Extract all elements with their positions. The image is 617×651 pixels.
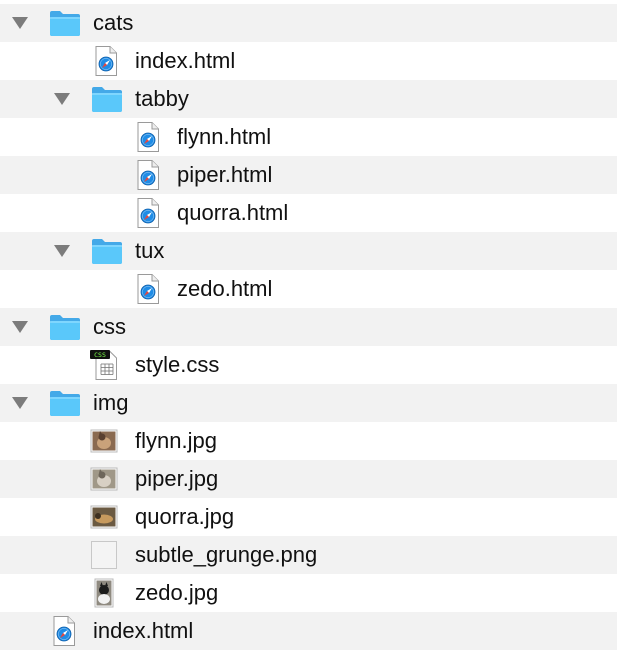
folder-name: cats [93, 10, 134, 35]
image-thumbnail-icon [90, 464, 122, 494]
file-row[interactable]: flynn.jpg [0, 422, 617, 460]
folder-row[interactable]: cats [0, 4, 617, 42]
file-row[interactable]: CSS style.css [0, 346, 617, 384]
folder-name: tabby [135, 86, 189, 111]
html-file-icon [94, 46, 126, 76]
folder-name: tux [135, 238, 165, 263]
file-name: subtle_grunge.png [135, 542, 318, 567]
folder-row[interactable]: css [0, 308, 617, 346]
html-file-icon [136, 122, 168, 152]
file-row[interactable]: zedo.jpg [0, 574, 617, 612]
folder-row[interactable]: tabby [0, 80, 617, 118]
folder-row[interactable]: tux [0, 232, 617, 270]
disclosure-triangle-icon[interactable] [54, 245, 70, 257]
file-name: zedo.jpg [135, 580, 219, 605]
svg-text:CSS: CSS [94, 351, 106, 359]
folder-icon [91, 236, 123, 266]
file-row[interactable]: quorra.jpg [0, 498, 617, 536]
disclosure-triangle-icon[interactable] [12, 17, 28, 29]
disclosure-triangle-icon[interactable] [12, 397, 28, 409]
file-name: piper.jpg [135, 466, 219, 491]
folder-icon [49, 388, 81, 418]
folder-icon [49, 312, 81, 342]
file-name: quorra.html [177, 200, 289, 225]
html-file-icon [136, 274, 168, 304]
file-row[interactable]: piper.jpg [0, 460, 617, 498]
image-thumbnail-icon [90, 502, 122, 532]
file-row[interactable]: piper.html [0, 156, 617, 194]
html-file-icon [136, 160, 168, 190]
image-thumbnail-icon [90, 578, 122, 608]
file-row[interactable]: index.html [0, 612, 617, 650]
file-name: piper.html [177, 162, 273, 187]
disclosure-triangle-icon[interactable] [54, 93, 70, 105]
file-name: zedo.html [177, 276, 273, 301]
disclosure-triangle-icon[interactable] [12, 321, 28, 333]
file-row[interactable]: zedo.html [0, 270, 617, 308]
folder-name: img [93, 390, 129, 415]
file-name: index.html [93, 618, 194, 643]
folder-name: css [93, 314, 126, 339]
file-tree: cats index.html tabby flynn.html piper.html q… [0, 0, 617, 651]
image-thumbnail-icon [90, 540, 122, 570]
folder-icon [49, 8, 81, 38]
image-thumbnail-icon [90, 426, 122, 456]
css-file-icon: CSS [90, 350, 122, 380]
file-row[interactable]: index.html [0, 42, 617, 80]
file-row[interactable]: quorra.html [0, 194, 617, 232]
file-name: flynn.html [177, 124, 272, 149]
html-file-icon [52, 616, 84, 646]
folder-icon [91, 84, 123, 114]
file-name: style.css [135, 352, 220, 377]
html-file-icon [136, 198, 168, 228]
file-row[interactable]: subtle_grunge.png [0, 536, 617, 574]
file-row[interactable]: flynn.html [0, 118, 617, 156]
folder-row[interactable]: img [0, 384, 617, 422]
file-name: flynn.jpg [135, 428, 217, 453]
file-name: index.html [135, 48, 236, 73]
file-name: quorra.jpg [135, 504, 235, 529]
